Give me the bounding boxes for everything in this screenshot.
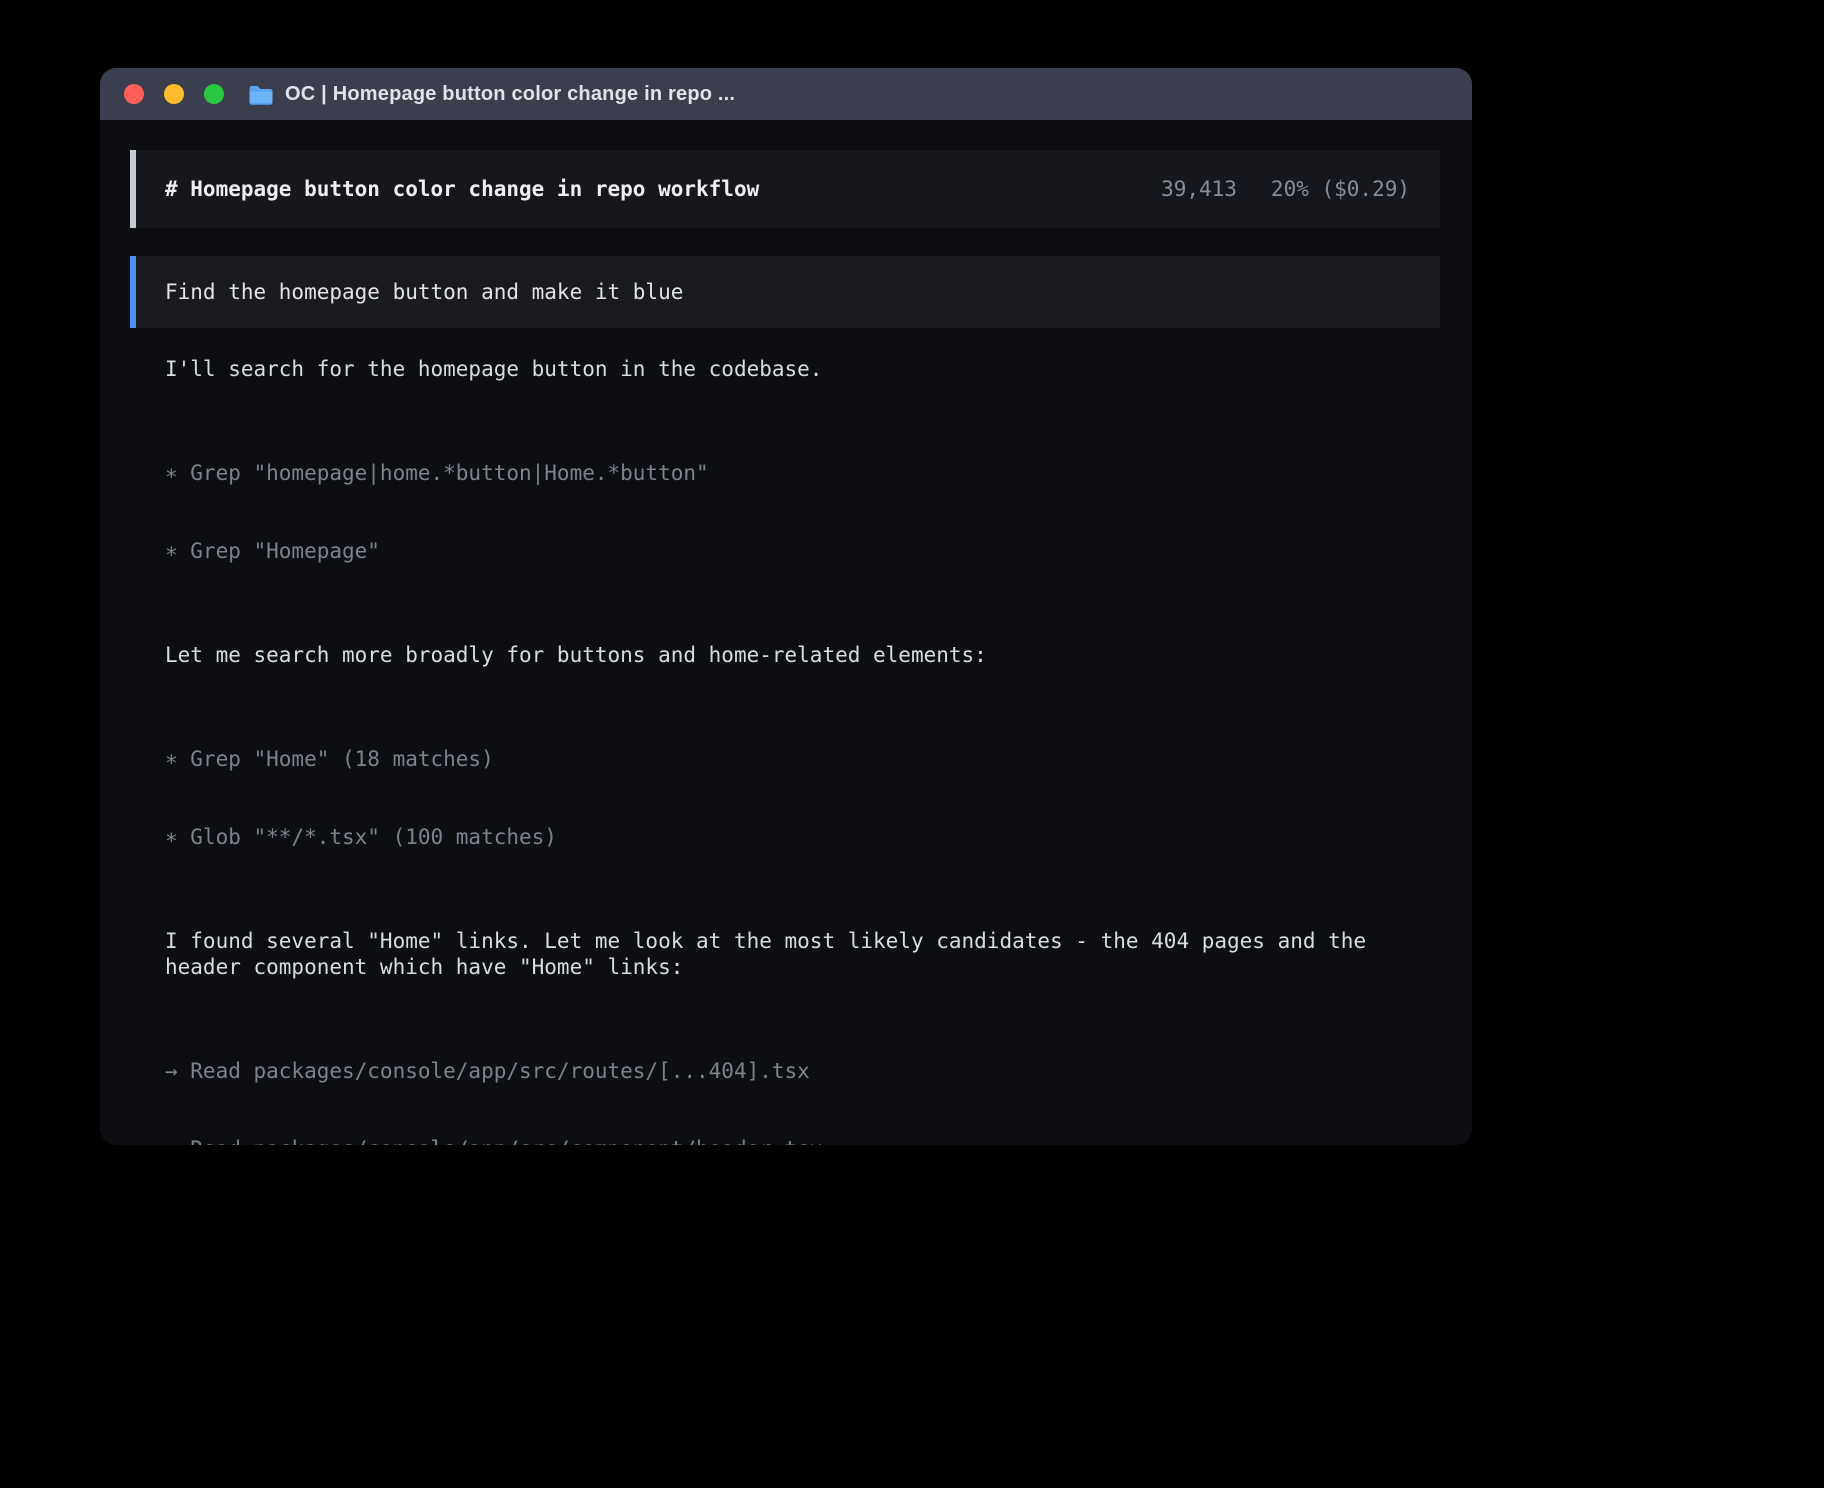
assistant-text: Let me search more broadly for buttons a… — [165, 642, 1440, 668]
tool-call-group: ∗ Grep "Home" (18 matches) ∗ Glob "**/*.… — [165, 694, 1440, 902]
close-button[interactable] — [124, 84, 144, 104]
tool-call-read: → Read packages/console/app/src/routes/[… — [165, 1058, 1440, 1084]
user-message-text: Find the homepage button and make it blu… — [165, 280, 683, 304]
assistant-text: I found several "Home" links. Let me loo… — [165, 928, 1440, 980]
session-stats: 39,413 20% ($0.29) — [1161, 176, 1410, 202]
titlebar[interactable]: OC | Homepage button color change in rep… — [100, 68, 1472, 120]
minimize-button[interactable] — [164, 84, 184, 104]
traffic-lights — [124, 84, 224, 104]
tool-call-grep: ∗ Grep "Home" (18 matches) — [165, 746, 1440, 772]
window-title: OC | Homepage button color change in rep… — [285, 83, 735, 106]
tool-call-read: → Read packages/console/app/src/componen… — [165, 1136, 1440, 1145]
session-header: # Homepage button color change in repo w… — [130, 150, 1440, 228]
terminal-content: # Homepage button color change in repo w… — [100, 120, 1472, 1145]
tool-call-grep: ∗ Grep "Homepage" — [165, 538, 1440, 564]
user-message-block: Find the homepage button and make it blu… — [130, 256, 1440, 328]
title-group: OC | Homepage button color change in rep… — [248, 83, 735, 106]
tool-call-group: ∗ Grep "homepage|home.*button|Home.*butt… — [165, 408, 1440, 616]
assistant-text: I'll search for the homepage button in t… — [165, 356, 1440, 382]
folder-icon — [248, 84, 274, 105]
zoom-button[interactable] — [204, 84, 224, 104]
context-cost: 20% ($0.29) — [1271, 176, 1410, 202]
session-title: # Homepage button color change in repo w… — [165, 176, 759, 202]
transcript: I'll search for the homepage button in t… — [165, 356, 1440, 1145]
desktop-background: OC | Homepage button color change in rep… — [0, 0, 1824, 1488]
token-count: 39,413 — [1161, 176, 1237, 202]
tool-call-grep: ∗ Grep "homepage|home.*button|Home.*butt… — [165, 460, 1440, 486]
tool-call-group: → Read packages/console/app/src/routes/[… — [165, 1006, 1440, 1145]
tool-call-glob: ∗ Glob "**/*.tsx" (100 matches) — [165, 824, 1440, 850]
terminal-window: OC | Homepage button color change in rep… — [100, 68, 1472, 1145]
